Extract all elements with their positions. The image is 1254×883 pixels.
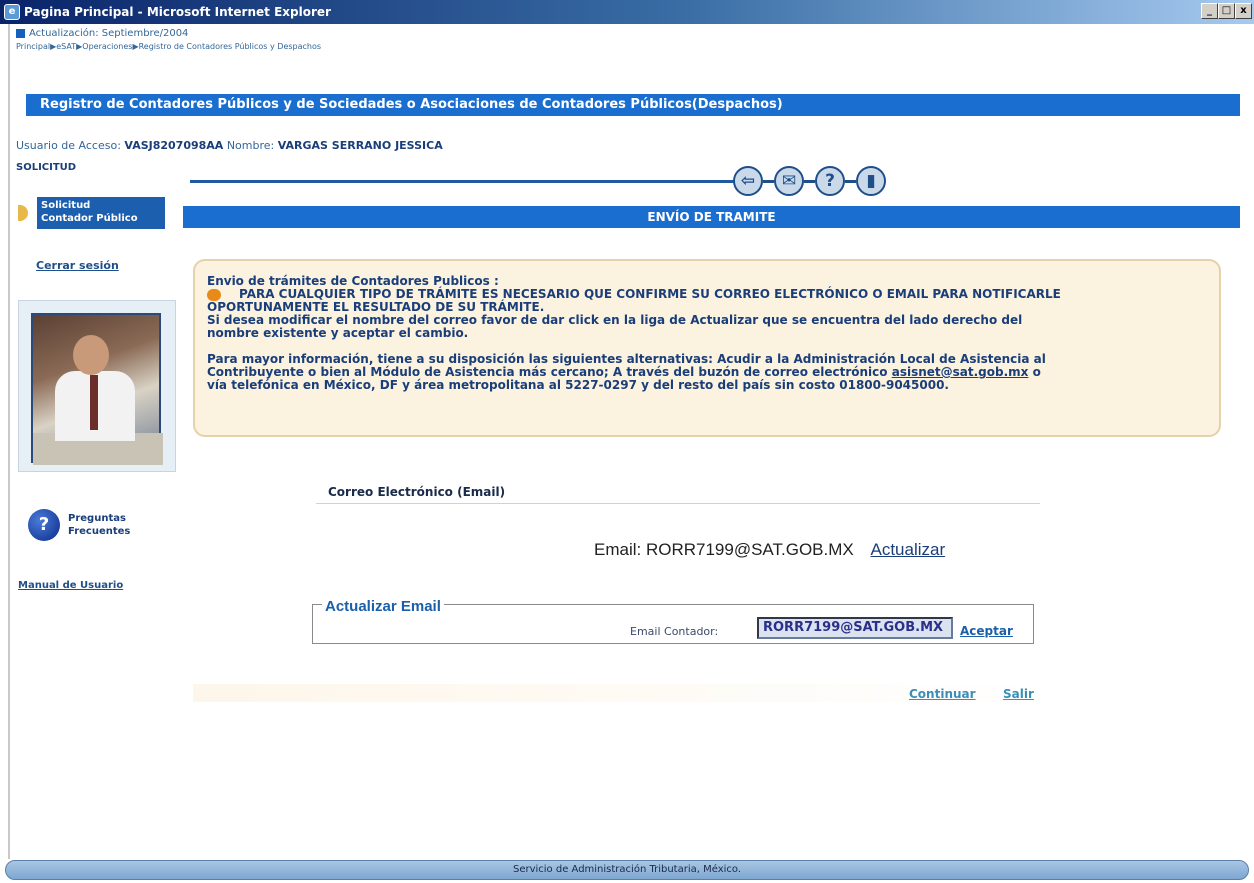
close-button[interactable]: x (1235, 3, 1252, 19)
exit-icon[interactable]: ▮ (856, 166, 886, 196)
more-line2-a: Contribuyente o bien al Módulo de Asiste… (207, 365, 892, 379)
window-controls: _ □ x (1201, 3, 1252, 19)
nav-connector (845, 179, 856, 183)
continue-link[interactable]: Continuar (909, 687, 976, 701)
email-section-header: Correo Electrónico (Email) (328, 485, 506, 499)
email-contador-input[interactable]: RORR7199@SAT.GOB.MX (757, 617, 953, 639)
sidebar-item-line1: Solicitud (41, 200, 91, 211)
email-contador-label: Email Contador: (630, 625, 719, 638)
update-date: Actualización: Septiembre/2004 (16, 28, 188, 39)
office-worker-image (31, 313, 163, 465)
name-label: Nombre: (226, 139, 275, 152)
name-value: VARGAS SERRANO JESSICA (277, 139, 443, 152)
section-title-bar: Registro de Contadores Públicos y de Soc… (22, 94, 1240, 116)
email-section: Correo Electrónico (Email) (316, 485, 1040, 505)
faq-link[interactable]: ? Preguntas Frecuentes (28, 509, 130, 541)
breadcrumb[interactable]: Principal▶eSAT▶Operaciones▶Registro de C… (16, 42, 321, 51)
photo-head (73, 335, 109, 375)
access-value: VASJ8207098AA (124, 139, 224, 152)
asisnet-email-link[interactable]: asisnet@sat.gob.mx (892, 365, 1029, 379)
window-titlebar: e Pagina Principal - Microsoft Internet … (0, 0, 1254, 24)
sidebar-item-solicitud-contador[interactable]: Solicitud Contador Público (18, 196, 168, 230)
accept-link[interactable]: Aceptar (960, 624, 1013, 638)
window-title: Pagina Principal - Microsoft Internet Ex… (24, 5, 331, 19)
info-box: Envio de trámites de Contadores Publicos… (193, 259, 1221, 437)
email-label: Email: (594, 540, 642, 559)
minimize-button[interactable]: _ (1201, 3, 1218, 19)
photo-tie (90, 375, 98, 430)
user-manual-link[interactable]: Manual de Usuario (18, 580, 123, 591)
window-left-border (8, 24, 10, 859)
warn-line1: PARA CUALQUIER TIPO DE TRÁMITE ES NECESA… (239, 287, 1061, 301)
email-value: RORR7199@SAT.GOB.MX (645, 540, 854, 559)
modify-line2: nombre existente y aceptar el cambio. (207, 326, 469, 340)
question-icon[interactable]: ? (28, 509, 60, 541)
faq-label[interactable]: Preguntas Frecuentes (68, 512, 130, 538)
envio-tramite-bar: ENVÍO DE TRAMITE (183, 206, 1240, 228)
user-info: Usuario de Acceso: VASJ8207098AA Nombre:… (16, 139, 443, 152)
faq-label-line1: Preguntas (68, 513, 126, 524)
access-label: Usuario de Acceso: (16, 139, 121, 152)
more-line2-b: o (1028, 365, 1041, 379)
logout-link[interactable]: Cerrar sesión (36, 259, 119, 272)
sidebar-item-box[interactable]: Solicitud Contador Público (36, 196, 166, 230)
nav-connector (763, 179, 774, 183)
help-icon[interactable]: ? (815, 166, 845, 196)
sidebar-photo (18, 300, 176, 472)
nav-icons: ⇦ ✉ ? ▮ (733, 166, 886, 196)
warning-icon (207, 288, 221, 301)
email-section-rule (316, 503, 1040, 505)
update-email-link[interactable]: Actualizar (870, 540, 945, 559)
maximize-button[interactable]: □ (1218, 3, 1235, 19)
footer: Servicio de Administración Tributaria, M… (5, 860, 1249, 880)
more-line3: vía telefónica en México, DF y área metr… (207, 378, 949, 392)
sidebar-section-title: SOLICITUD (16, 162, 77, 173)
email-row: Email: RORR7199@SAT.GOB.MX Actualizar (594, 540, 945, 560)
selected-indicator-icon (18, 205, 28, 221)
faq-label-line2: Frecuentes (68, 526, 131, 537)
bullet-square-icon (16, 29, 25, 38)
ie-icon: e (4, 4, 20, 20)
mail-icon[interactable]: ✉ (774, 166, 804, 196)
update-email-legend: Actualizar Email (322, 598, 444, 615)
nav-rule (190, 180, 734, 183)
exit-link[interactable]: Salir (1003, 687, 1034, 701)
nav-connector (804, 179, 815, 183)
sidebar-item-line2: Contador Público (41, 213, 138, 224)
update-date-text: Actualización: Septiembre/2004 (29, 28, 189, 39)
back-icon[interactable]: ⇦ (733, 166, 763, 196)
